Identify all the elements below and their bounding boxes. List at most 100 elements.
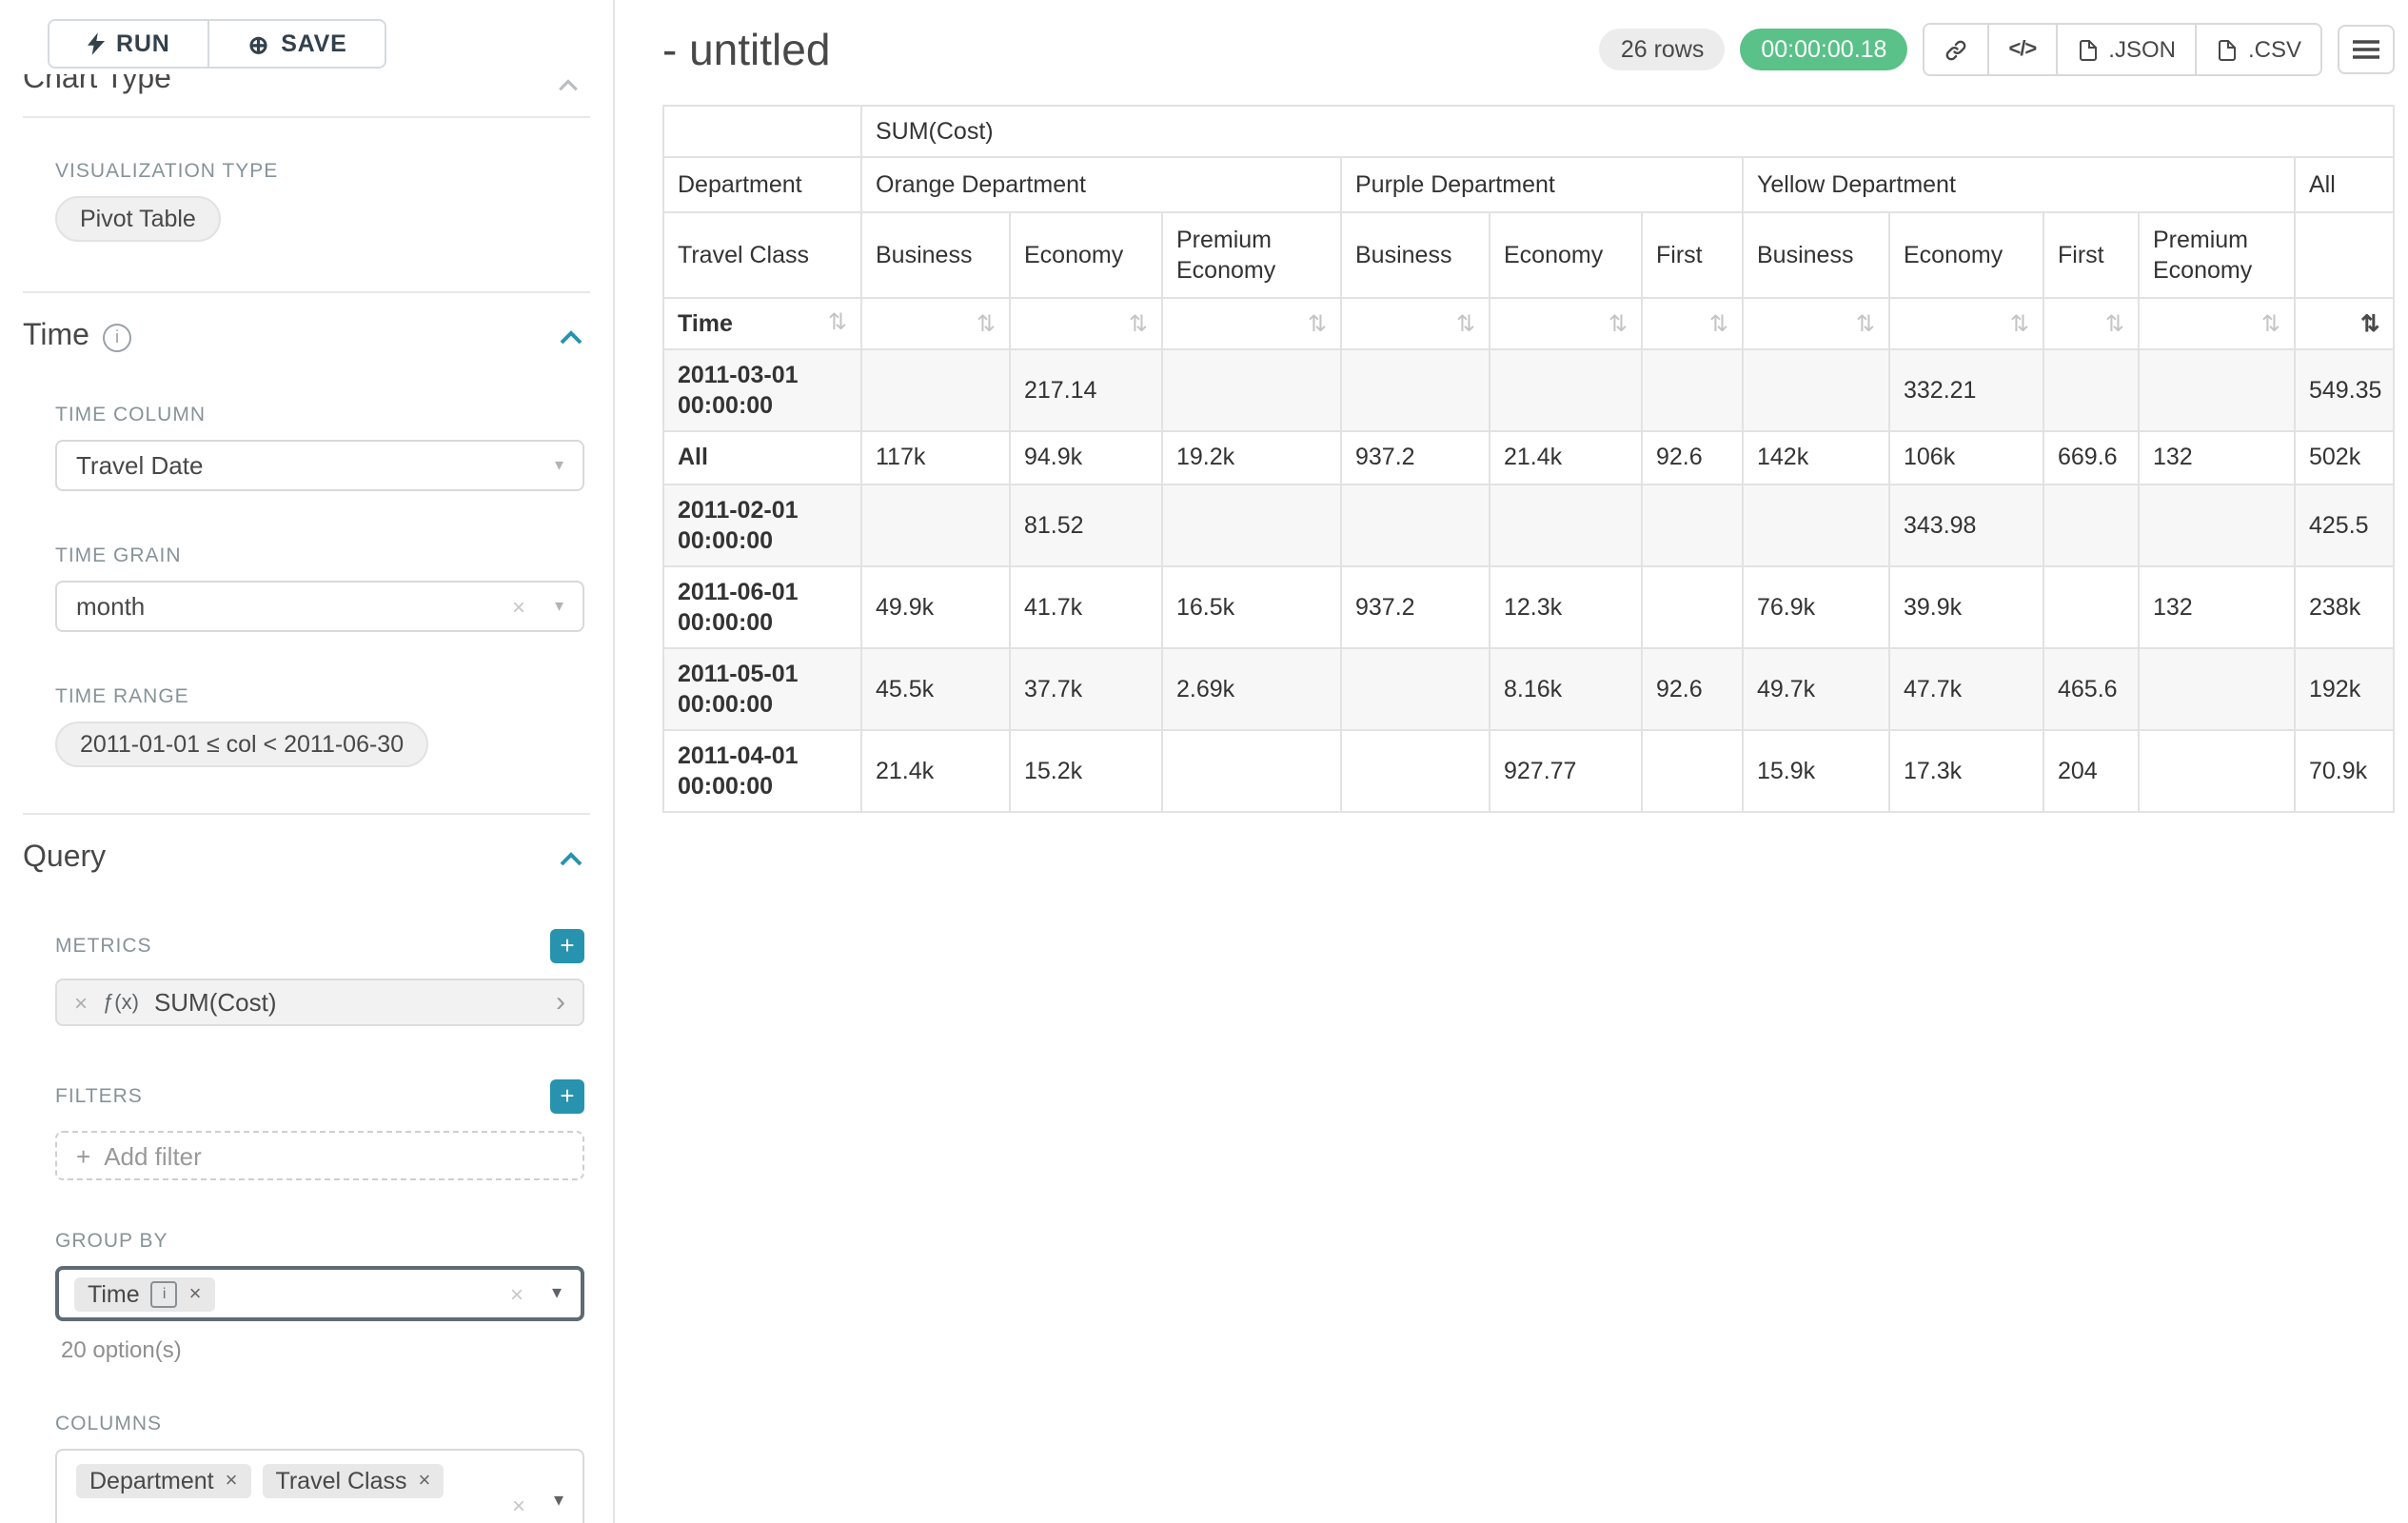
time-row-header[interactable]: ⇅ Time (663, 298, 861, 349)
add-metric-button[interactable]: + (550, 929, 584, 963)
cell-value: 15.9k (1743, 730, 1889, 812)
cell-value: 92.6 (1642, 431, 1743, 485)
explore-view: RUN ⊕ SAVE Chart Type VISUALIZATION TYPE… (0, 0, 2408, 1523)
sort-desc-icon[interactable]: ⇅ (2360, 310, 2379, 337)
class-header: Business (1341, 212, 1490, 298)
class-header: Business (1743, 212, 1889, 298)
run-button[interactable]: RUN (49, 21, 208, 67)
link-icon (1944, 37, 1968, 62)
cell-value: 106k (1889, 431, 2043, 485)
sort-icon[interactable]: ⇅ (828, 308, 847, 335)
remove-chip-icon[interactable]: × (419, 1470, 431, 1493)
sort-icon[interactable]: ⇅ (1609, 310, 1628, 337)
cell-value (2139, 730, 2295, 812)
time-section-header[interactable]: Time i (23, 320, 582, 354)
cell-value: 927.77 (1490, 730, 1642, 812)
sort-header-cell[interactable]: ⇅ (1162, 298, 1341, 349)
columns-select[interactable]: Department × Travel Class × × ▾ (55, 1449, 584, 1523)
cell-value: 502k (2295, 431, 2394, 485)
cell-value (861, 349, 1010, 431)
row-count-badge: 26 rows (1600, 29, 1726, 70)
add-filter-button[interactable]: + Add filter (55, 1131, 584, 1180)
query-timer-badge: 00:00:00.18 (1740, 29, 1907, 70)
file-icon (2076, 37, 2099, 62)
time-range-pill[interactable]: 2011-01-01 ≤ col < 2011-06-30 (55, 722, 428, 767)
columns-chip[interactable]: Department × (76, 1464, 251, 1498)
cell-value: 142k (1743, 431, 1889, 485)
query-section-header[interactable]: Query (23, 841, 582, 876)
group-by-select[interactable]: Time i × × ▾ (55, 1266, 584, 1321)
caret-down-icon[interactable]: ▾ (555, 455, 563, 476)
add-filter-plus-button[interactable]: + (550, 1079, 584, 1114)
remove-chip-icon[interactable]: × (226, 1470, 238, 1493)
export-csv-button[interactable]: .CSV (2195, 25, 2320, 74)
cell-value: 49.7k (1743, 648, 1889, 730)
sort-icon[interactable]: ⇅ (1129, 310, 1148, 337)
sort-header-cell[interactable]: ⇅ (861, 298, 1010, 349)
class-header: Economy (1889, 212, 2043, 298)
sort-icon[interactable]: ⇅ (2010, 310, 2029, 337)
sort-icon[interactable]: ⇅ (1709, 310, 1728, 337)
chart-type-section-header[interactable]: Chart Type (23, 74, 582, 103)
columns-chip[interactable]: Travel Class × (263, 1464, 444, 1498)
cell-value: 92.6 (1642, 648, 1743, 730)
class-header (2295, 212, 2394, 298)
metric-chip[interactable]: × ƒ(x) SUM(Cost) › (55, 979, 584, 1026)
chevron-up-icon[interactable] (560, 329, 582, 345)
class-header: Premium Economy (1162, 212, 1341, 298)
row-label: 2011-03-01 00:00:00 (663, 349, 861, 431)
sort-header-cell[interactable]: ⇅ (1642, 298, 1743, 349)
remove-metric-icon[interactable]: × (74, 989, 88, 1016)
export-json-button[interactable]: .JSON (2055, 25, 2195, 74)
cell-value: 70.9k (2295, 730, 2394, 812)
cell-value (1642, 730, 1743, 812)
cell-value (1743, 485, 1889, 566)
sort-icon[interactable]: ⇅ (2105, 310, 2124, 337)
chevron-right-icon[interactable]: › (556, 988, 565, 1017)
sort-icon[interactable]: ⇅ (977, 310, 996, 337)
page-title: - untitled (662, 24, 830, 75)
more-options-button[interactable] (2338, 25, 2395, 74)
time-column-value: Travel Date (76, 451, 203, 480)
caret-down-icon[interactable]: ▾ (552, 1283, 562, 1304)
chevron-up-icon[interactable] (560, 851, 582, 866)
sort-header-cell[interactable]: ⇅ (1743, 298, 1889, 349)
time-column-select[interactable]: Travel Date ▾ (55, 440, 584, 491)
cell-value (1341, 485, 1490, 566)
sort-header-cell[interactable]: ⇅ (1490, 298, 1642, 349)
sort-icon[interactable]: ⇅ (1856, 310, 1875, 337)
sort-header-cell[interactable]: ⇅ (2043, 298, 2139, 349)
remove-chip-icon[interactable]: × (189, 1282, 202, 1305)
clear-icon[interactable]: × (512, 593, 525, 620)
caret-down-icon[interactable]: ▾ (555, 596, 563, 617)
department-group-header: Orange Department (861, 157, 1341, 212)
chart-type-section-title: Chart Type (23, 74, 582, 99)
sort-header-cell[interactable]: ⇅ (1341, 298, 1490, 349)
clear-icon[interactable]: × (512, 1493, 525, 1519)
department-group-header: All (2295, 157, 2394, 212)
sort-icon[interactable]: ⇅ (1308, 310, 1327, 337)
class-header: First (1642, 212, 1743, 298)
view-query-button[interactable]: </> (1987, 25, 2055, 74)
cell-value: 39.9k (1889, 566, 2043, 648)
sort-header-cell[interactable]: ⇅ (1010, 298, 1162, 349)
columns-label: COLUMNS (55, 1413, 613, 1435)
cell-value: 669.6 (2043, 431, 2139, 485)
time-grain-select[interactable]: month × ▾ (55, 581, 584, 632)
row-label: 2011-02-01 00:00:00 (663, 485, 861, 566)
clear-icon[interactable]: × (510, 1280, 523, 1307)
sort-header-cell[interactable]: ⇅ (1889, 298, 2043, 349)
sort-icon[interactable]: ⇅ (1456, 310, 1475, 337)
group-by-chip[interactable]: Time i × (74, 1276, 215, 1311)
cell-value: 2.69k (1162, 648, 1341, 730)
chevron-up-icon[interactable] (558, 78, 579, 91)
sort-icon[interactable]: ⇅ (2261, 310, 2280, 337)
run-save-group: RUN ⊕ SAVE (48, 19, 387, 69)
share-link-button[interactable] (1924, 25, 1987, 74)
caret-down-icon[interactable]: ▾ (554, 1491, 563, 1512)
save-button[interactable]: ⊕ SAVE (208, 21, 385, 67)
group-by-label: GROUP BY (55, 1230, 613, 1253)
sort-header-cell[interactable]: ⇅ (2295, 298, 2394, 349)
sort-header-cell[interactable]: ⇅ (2139, 298, 2295, 349)
viz-type-pill[interactable]: Pivot Table (55, 196, 221, 242)
